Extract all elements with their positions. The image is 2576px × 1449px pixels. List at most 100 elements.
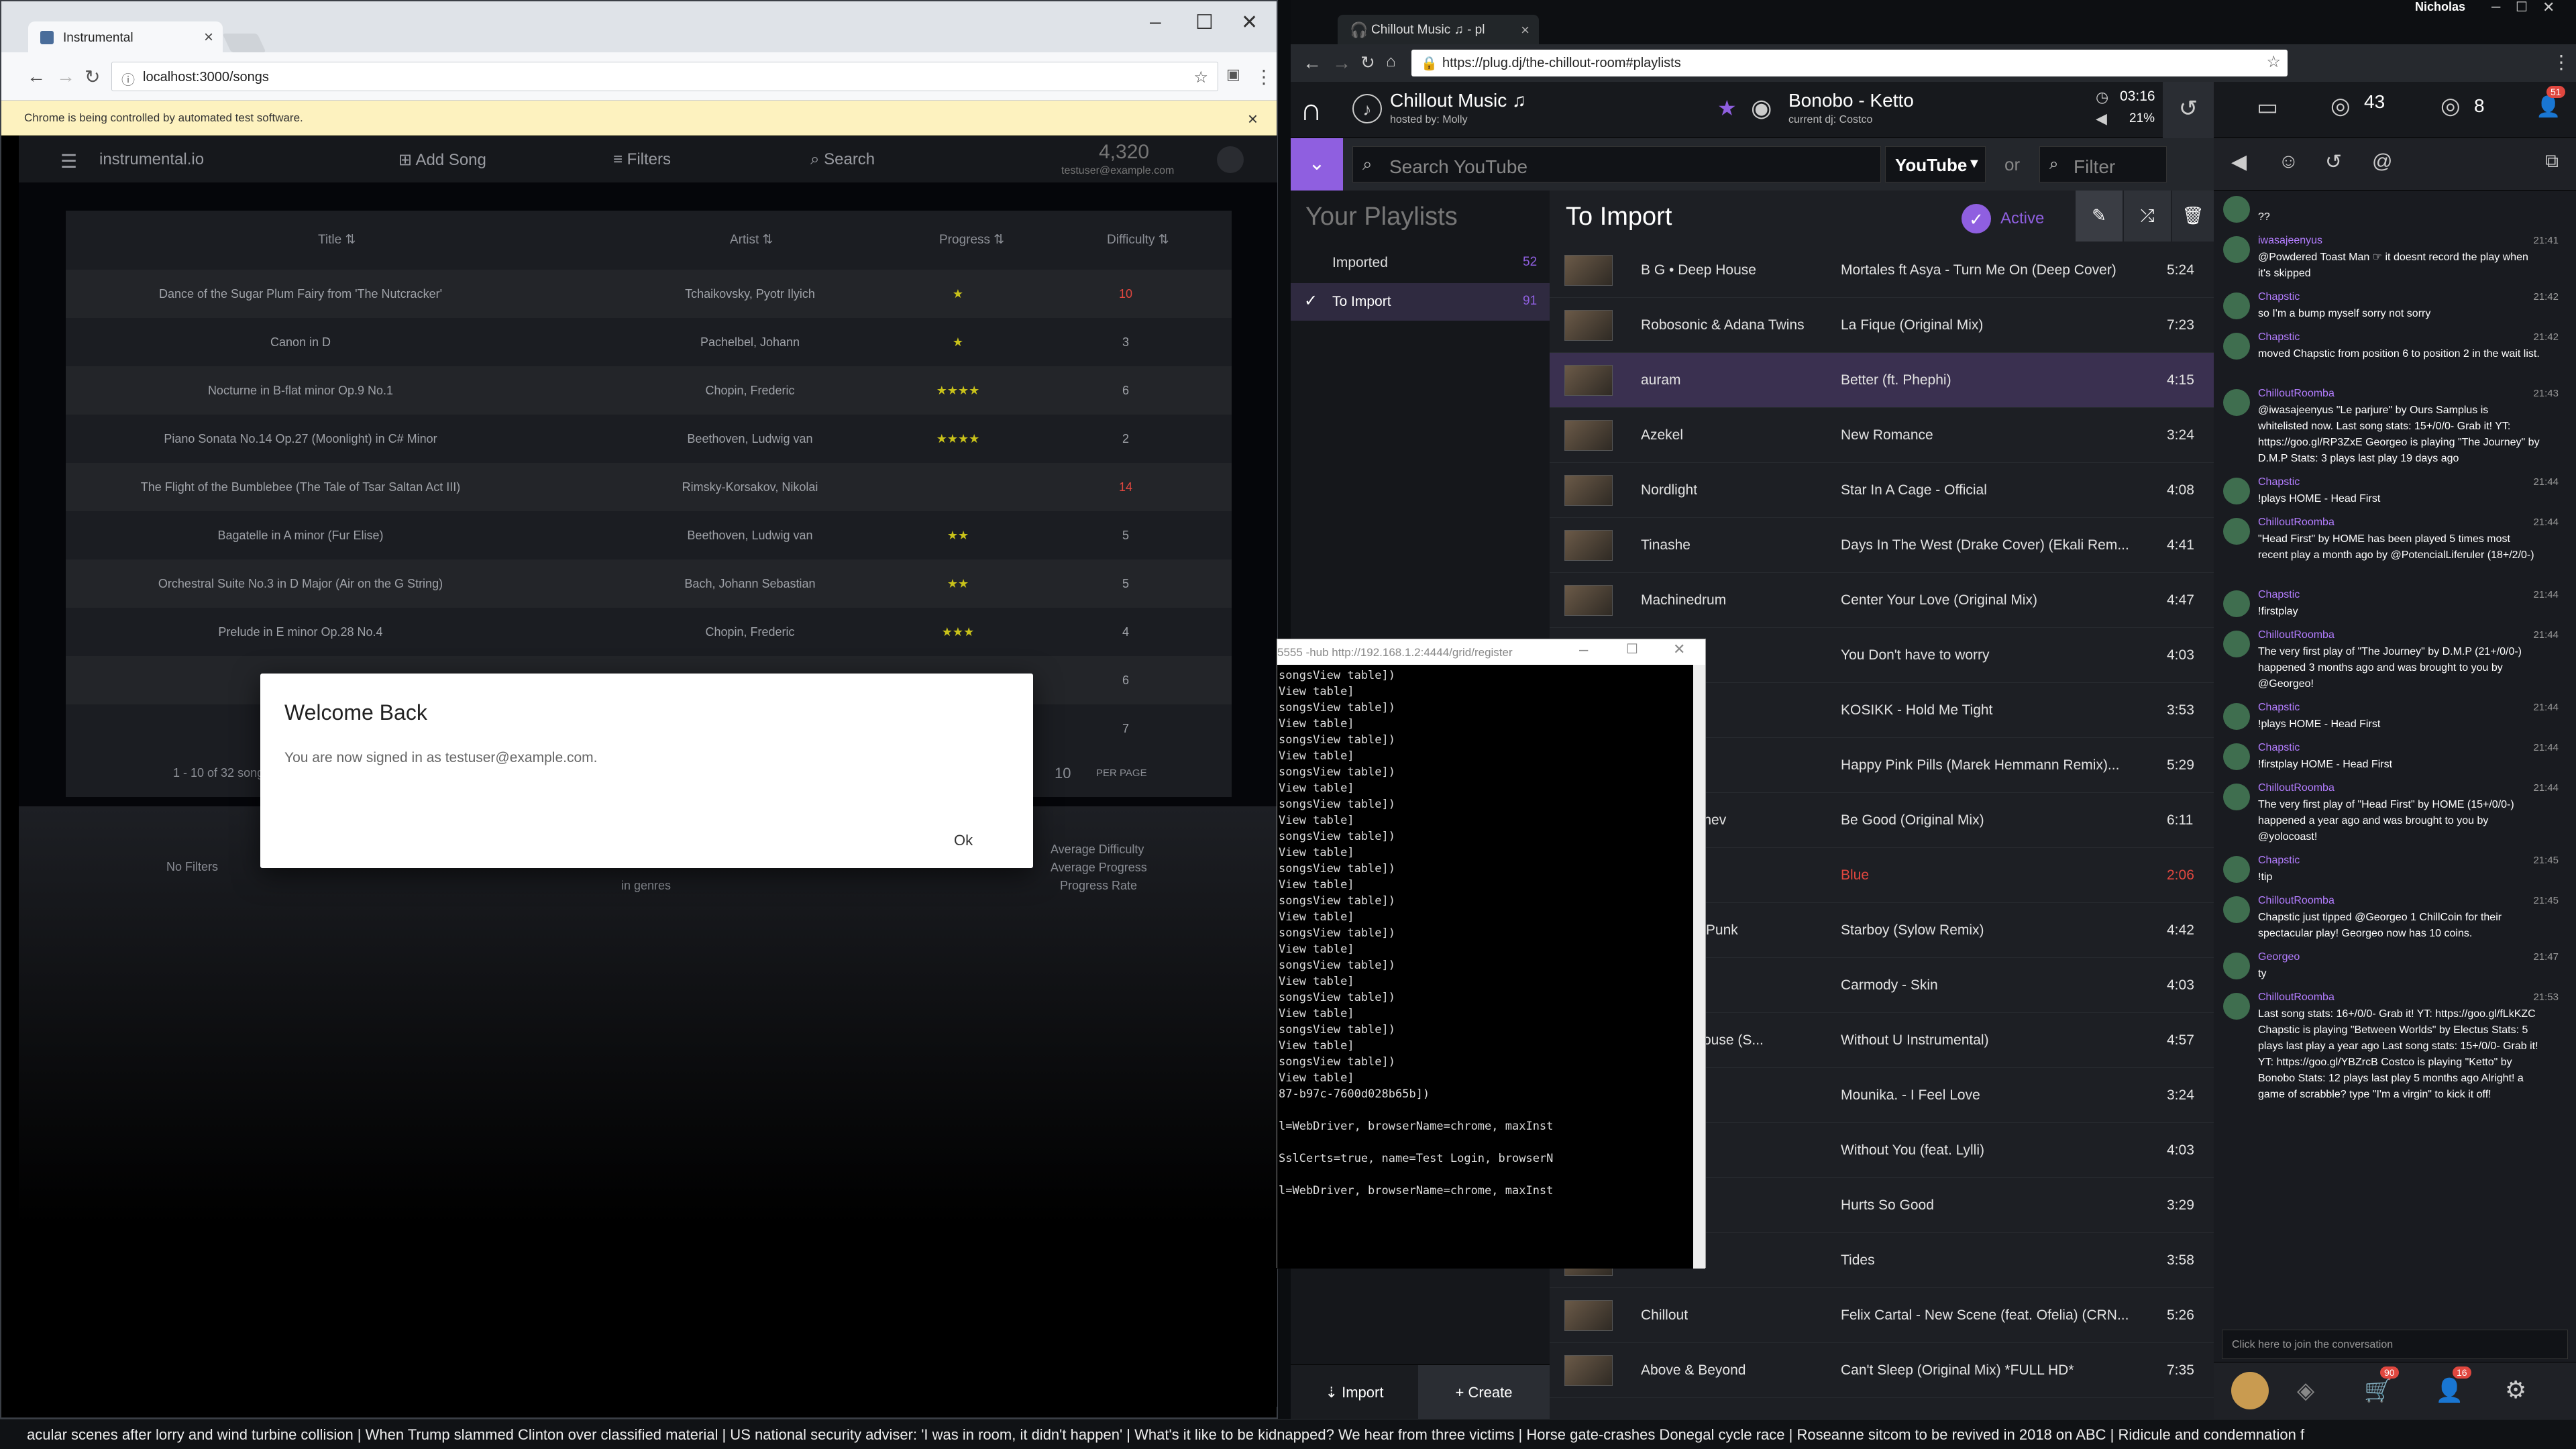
shuffle-icon[interactable]: ⤮	[2124, 191, 2171, 241]
col-progress[interactable]: Progress ⇅	[939, 232, 1004, 248]
ok-button[interactable]: Ok	[954, 832, 973, 849]
cart-icon[interactable]: 🛒	[2364, 1377, 2392, 1404]
chat-username[interactable]: ChilloutRoomba	[2258, 514, 2334, 531]
filters-button[interactable]: ≡ Filters	[613, 150, 671, 169]
right-close-window-icon[interactable]: ✕	[2542, 0, 2555, 16]
chat-avatar[interactable]	[2223, 333, 2250, 360]
col-title[interactable]: Title ⇅	[318, 232, 356, 248]
edit-pencil-icon[interactable]: ✎	[2076, 191, 2123, 241]
chat-username[interactable]: Chapstic	[2258, 852, 2300, 869]
brand[interactable]: instrumental.io	[99, 150, 204, 169]
right-back-icon[interactable]: ←	[1303, 52, 1322, 74]
back-icon[interactable]: ←	[27, 66, 46, 87]
chat-username[interactable]: ChilloutRoomba	[2258, 989, 2334, 1006]
chat-icon[interactable]: ▭	[2257, 94, 2278, 121]
terminal-maximize-icon[interactable]: ☐	[1626, 641, 1638, 657]
extension-icon[interactable]: ▣	[1226, 66, 1240, 83]
right-forward-icon[interactable]: →	[1332, 52, 1351, 74]
chat-avatar[interactable]	[2223, 389, 2250, 416]
chat-avatar[interactable]	[2223, 236, 2250, 263]
add-song-button[interactable]: ⊞ Add Song	[398, 150, 486, 170]
chat-username[interactable]: ChilloutRoomba	[2258, 780, 2334, 797]
settings-gear-icon[interactable]: ⚙	[2505, 1376, 2526, 1404]
profile-name[interactable]: Nicholas	[2415, 0, 2465, 14]
chat-avatar[interactable]	[2223, 784, 2250, 810]
close-right-tab-icon[interactable]: ×	[1521, 21, 1529, 39]
collapse-chevron-icon[interactable]: ⌄	[1291, 138, 1343, 191]
playlist-imported[interactable]: Imported 52	[1291, 244, 1550, 282]
waitlist-icon[interactable]: ◎	[2440, 93, 2461, 119]
chat-avatar[interactable]	[2223, 478, 2250, 504]
chat-avatar[interactable]	[2223, 953, 2250, 979]
chat-avatar[interactable]	[2223, 743, 2250, 770]
close-window-icon[interactable]: ✕	[1241, 11, 1258, 34]
active-check-circle-icon[interactable]: ✓	[1962, 204, 1991, 233]
terminal-close-icon[interactable]: ✕	[1673, 641, 1685, 658]
right-reload-icon[interactable]: ↻	[1360, 52, 1375, 73]
forward-icon[interactable]: →	[56, 66, 75, 87]
chat-username[interactable]: Chapstic	[2258, 288, 2300, 306]
chat-avatar[interactable]	[2223, 292, 2250, 319]
table-row[interactable]: The Flight of the Bumblebee (The Tale of…	[66, 463, 1232, 511]
badge-icon[interactable]: ◈	[2297, 1377, 2314, 1404]
table-row[interactable]: Nocturne in B-flat minor Op.9 No.1 Chopin…	[66, 366, 1232, 415]
home-icon[interactable]: ⌂	[1386, 52, 1396, 71]
track-row[interactable]: Azekel New Romance 3:24	[1550, 408, 2214, 463]
chat-username[interactable]: ChilloutRoomba	[2258, 385, 2334, 402]
search-button[interactable]: ⌕ Search	[810, 150, 875, 169]
chat-username[interactable]: Chapstic	[2258, 329, 2300, 346]
search-youtube-input[interactable]: ⌕ Search YouTube	[1352, 146, 1881, 182]
mention-icon[interactable]: @	[2372, 150, 2392, 173]
table-row[interactable]: Dance of the Sugar Plum Fairy from 'The …	[66, 270, 1232, 318]
chat-avatar[interactable]	[2223, 703, 2250, 730]
right-minimize-icon[interactable]: –	[2491, 0, 2500, 16]
filter-input[interactable]: ⌕ Filter	[2039, 146, 2167, 182]
page-size[interactable]: 10	[1055, 765, 1071, 782]
chat-history-icon[interactable]: ↺	[2325, 150, 2342, 174]
track-row[interactable]: Above & Beyond Can't Sleep (Original Mix)…	[1550, 1343, 2214, 1398]
chat-avatar[interactable]	[2223, 518, 2250, 545]
url-input[interactable]: ⓘ localhost:3000/songs ☆	[111, 62, 1218, 91]
minimize-icon[interactable]: –	[1150, 11, 1161, 34]
terminal-minimize-icon[interactable]: –	[1579, 641, 1588, 659]
create-button[interactable]: + Create	[1418, 1365, 1550, 1419]
chat-username[interactable]: iwasajeenyus	[2258, 232, 2322, 250]
reload-icon[interactable]: ↻	[85, 66, 100, 88]
source-select[interactable]: YouTube ▼	[1885, 146, 1986, 182]
right-bookmark-star-icon[interactable]: ☆	[2266, 52, 2281, 72]
right-maximize-icon[interactable]: ☐	[2516, 0, 2528, 15]
friends-icon[interactable]: 👤	[2435, 1377, 2463, 1404]
room-name[interactable]: Chillout Music ♫	[1390, 90, 1526, 111]
close-tab-icon[interactable]: ×	[204, 28, 213, 47]
chat-avatar[interactable]	[2223, 896, 2250, 923]
table-row[interactable]: Bagatelle in A minor (Fur Elise) Beethove…	[66, 511, 1232, 559]
menu-icon[interactable]: ⋮	[1254, 66, 1273, 88]
audience-icon[interactable]: ◎	[2330, 93, 2351, 119]
maximize-icon[interactable]: ☐	[1195, 11, 1214, 34]
table-row[interactable]: Canon in D Pachelbel, Johann ★ 3	[66, 318, 1232, 366]
chat-username[interactable]: Chapstic	[2258, 699, 2300, 716]
import-button[interactable]: ⇣ Import	[1291, 1365, 1418, 1419]
avatar[interactable]	[1217, 146, 1244, 173]
user-icon[interactable]: 👤	[2536, 95, 2561, 119]
right-menu-icon[interactable]: ⋮	[2552, 51, 2571, 73]
tab-instrumental[interactable]: Instrumental ×	[28, 21, 223, 52]
table-row[interactable]: Orchestral Suite No.3 in D Major (Air on…	[66, 559, 1232, 608]
right-url-input[interactable]: 🔒 https://plug.dj/the-chillout-room#play…	[1411, 50, 2288, 76]
emoji-icon[interactable]: ☺	[2278, 150, 2299, 173]
chat-username[interactable]: ChilloutRoomba	[2258, 892, 2334, 910]
playlist-to-import[interactable]: ✓ To Import 91	[1291, 283, 1550, 321]
chat-username[interactable]: Chapstic	[2258, 739, 2300, 757]
chat-username[interactable]: Chapstic	[2258, 586, 2300, 604]
col-artist[interactable]: Artist ⇅	[730, 232, 773, 248]
new-tab-button[interactable]	[222, 34, 266, 52]
history-icon[interactable]: ↺	[2163, 82, 2214, 138]
chat-username[interactable]: Chapstic	[2258, 474, 2300, 491]
table-row[interactable]: Prelude in E minor Op.28 No.4 Chopin, Fre…	[66, 608, 1232, 656]
bookmark-star-icon[interactable]: ☆	[1193, 68, 1208, 87]
plug-logo-icon[interactable]: ∩	[1300, 91, 1322, 127]
track-row[interactable]: auram Better (ft. Phephi) 4:15	[1550, 353, 2214, 408]
tab-plugdj[interactable]: 🎧 Chillout Music ♫ - pl ×	[1338, 15, 1539, 44]
track-row[interactable]: Robosonic & Adana Twins La Fique (Origina…	[1550, 298, 2214, 353]
track-row[interactable]: Nordlight Star In A Cage - Official 4:08	[1550, 463, 2214, 518]
